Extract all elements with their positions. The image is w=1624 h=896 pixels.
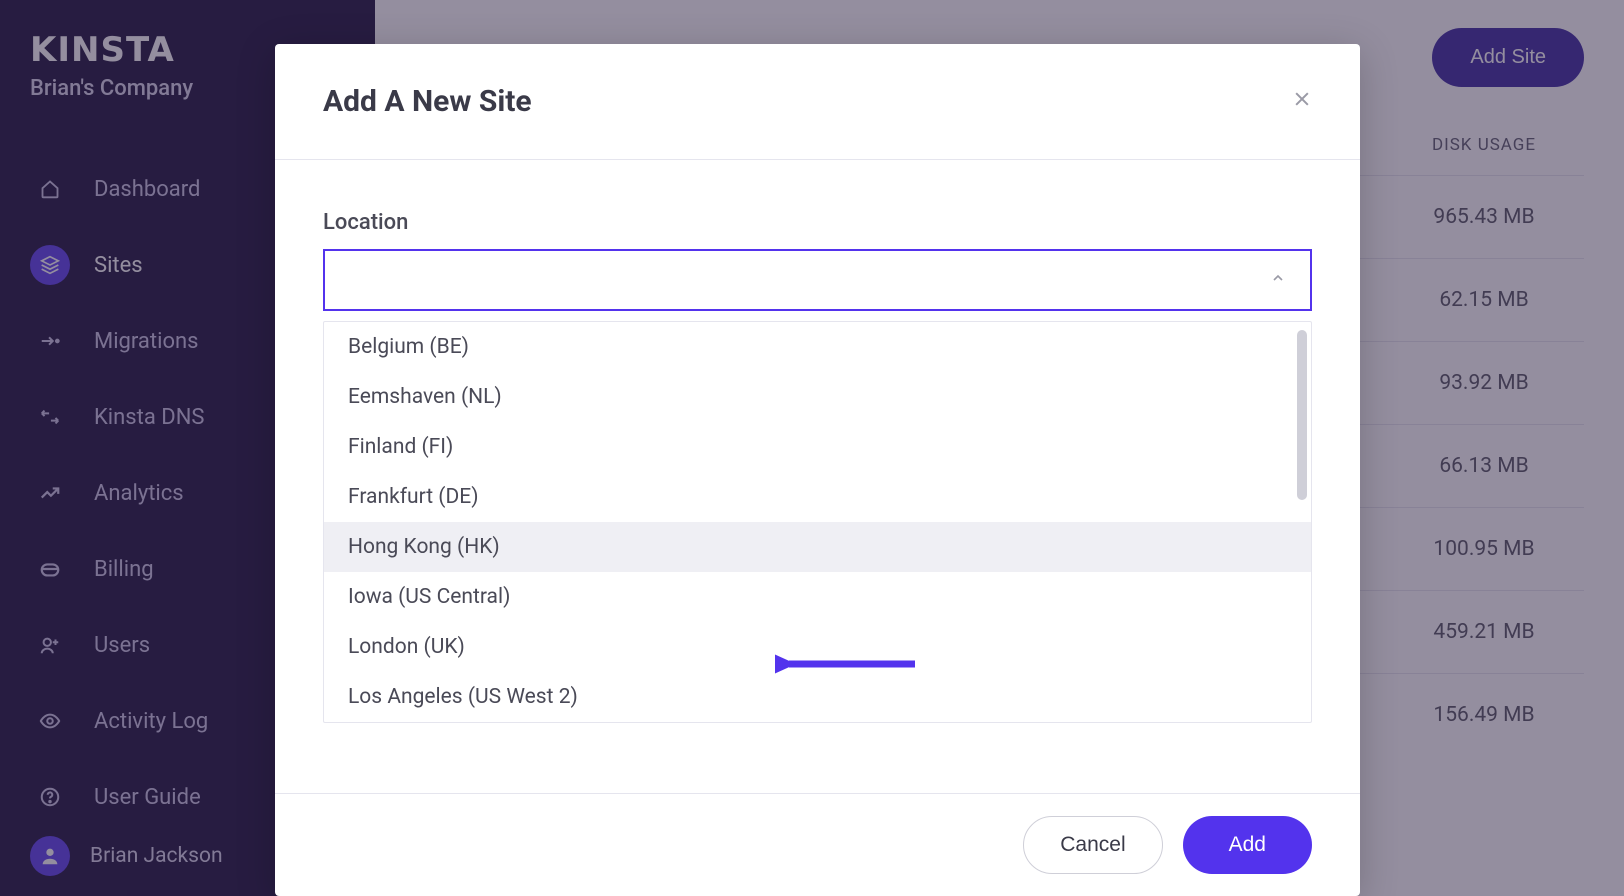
cancel-button[interactable]: Cancel: [1023, 816, 1162, 874]
location-option[interactable]: Iowa (US Central): [324, 572, 1311, 622]
add-site-modal: Add A New Site Location Belgium (BE) Eem…: [275, 44, 1360, 896]
location-option[interactable]: London (UK): [324, 622, 1311, 672]
location-dropdown: Belgium (BE) Eemshaven (NL) Finland (FI)…: [323, 321, 1312, 723]
location-option[interactable]: Finland (FI): [324, 422, 1311, 472]
close-icon[interactable]: [1292, 88, 1312, 116]
add-button[interactable]: Add: [1183, 816, 1312, 874]
location-option[interactable]: Los Angeles (US West 2): [324, 672, 1311, 722]
location-option[interactable]: Frankfurt (DE): [324, 472, 1311, 522]
modal-title: Add A New Site: [323, 84, 532, 119]
location-option[interactable]: Belgium (BE): [324, 322, 1311, 372]
chevron-up-icon: [1270, 270, 1286, 290]
location-option[interactable]: Eemshaven (NL): [324, 372, 1311, 422]
location-select[interactable]: [323, 249, 1312, 311]
location-label: Location: [323, 210, 1312, 235]
location-option-hongkong[interactable]: Hong Kong (HK): [324, 522, 1311, 572]
